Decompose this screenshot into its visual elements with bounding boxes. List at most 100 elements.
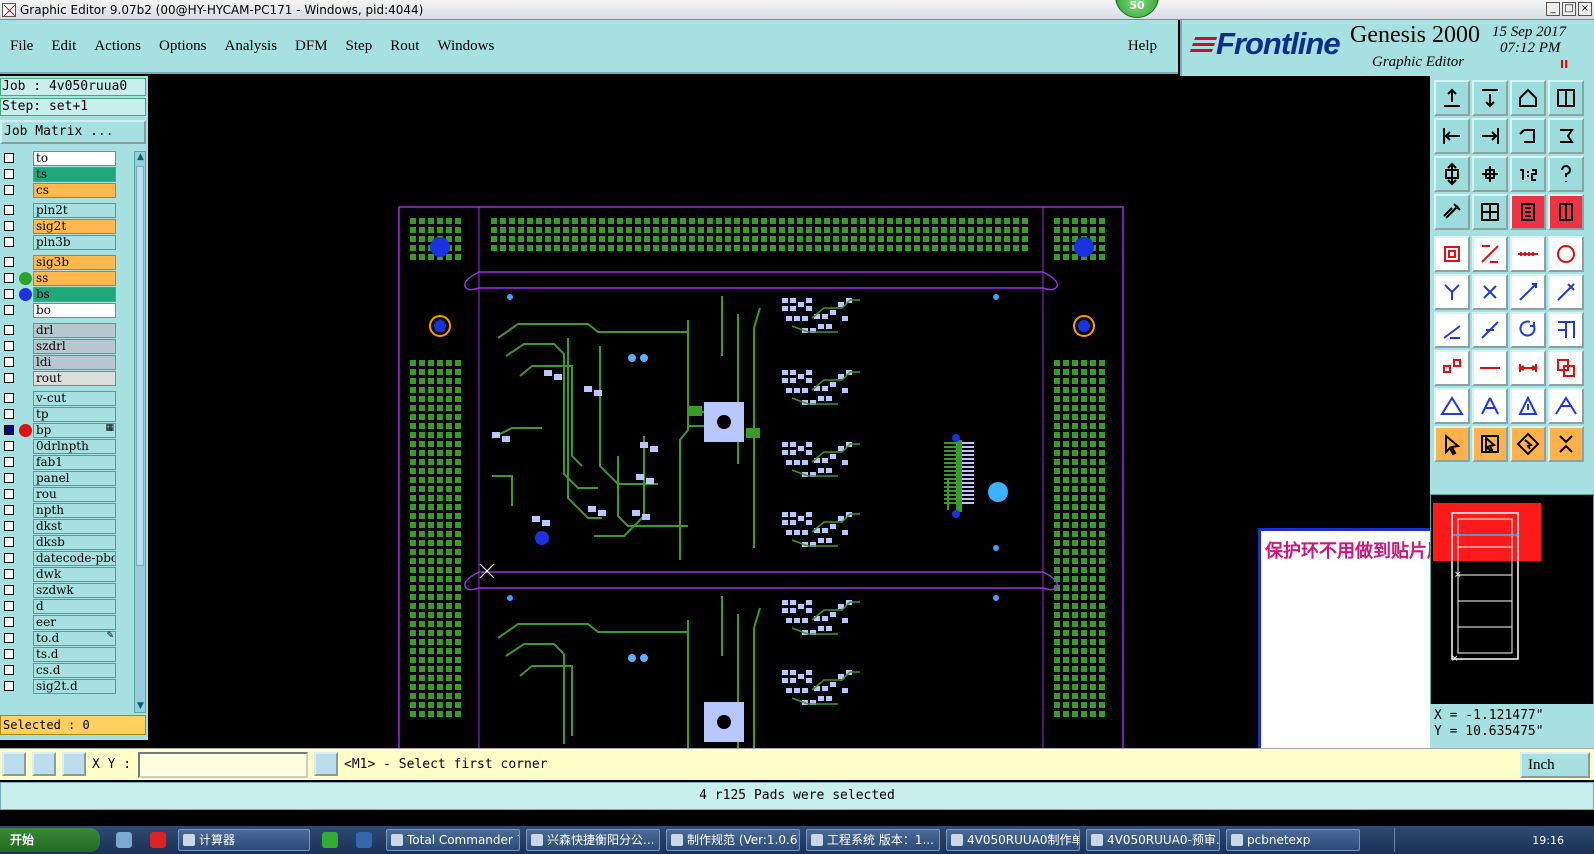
angle-icon[interactable] <box>1472 388 1508 424</box>
layer-checkbox[interactable] <box>4 489 14 499</box>
horizontal-icon[interactable] <box>1472 350 1508 386</box>
layer-name[interactable]: npth <box>33 503 116 518</box>
layer-name[interactable]: v-cut <box>33 391 116 406</box>
layer-row[interactable]: ss <box>0 271 118 286</box>
layer-row[interactable]: cs.d <box>0 663 118 678</box>
layer-checkbox[interactable] <box>4 357 14 367</box>
layer-name[interactable]: pln2t <box>33 203 116 218</box>
layer-checkbox[interactable] <box>4 473 14 483</box>
layer-name[interactable]: bs <box>33 287 116 302</box>
mirror-icon[interactable] <box>1472 236 1508 272</box>
fill-icon[interactable] <box>1548 350 1584 386</box>
drc-icon[interactable] <box>1434 388 1470 424</box>
layer-name[interactable]: panel <box>33 471 116 486</box>
home-icon[interactable] <box>1510 80 1546 116</box>
dimension-icon[interactable] <box>1510 350 1546 386</box>
zoom-window-icon[interactable] <box>1472 80 1508 116</box>
layer-row[interactable]: to.d ✎ <box>0 631 118 646</box>
layer-checkbox[interactable] <box>4 205 14 215</box>
layer-row[interactable]: eer <box>0 615 118 630</box>
layer-row[interactable]: pln2t <box>0 203 118 218</box>
menu-edit[interactable]: Edit <box>42 38 85 55</box>
layer-name[interactable]: d <box>33 599 116 614</box>
layer-row[interactable]: bs <box>0 287 118 302</box>
menu-rout[interactable]: Rout <box>381 38 428 55</box>
layer-checkbox[interactable] <box>4 681 14 691</box>
layer-name[interactable]: sig2t <box>33 219 116 234</box>
slope-icon[interactable] <box>1434 312 1470 348</box>
frame-icon[interactable] <box>1548 312 1584 348</box>
zoom-in-icon[interactable] <box>1472 156 1508 192</box>
pdf-icon[interactable] <box>150 832 166 848</box>
menu-options[interactable]: Options <box>150 38 216 55</box>
ruler-icon[interactable] <box>1510 236 1546 272</box>
layer-checkbox[interactable] <box>4 341 14 351</box>
snap-mode-icon[interactable] <box>2 752 26 776</box>
layer-name[interactable]: eer <box>33 615 116 630</box>
layer-name[interactable]: dksb <box>33 535 116 550</box>
layer-row[interactable]: szdwk <box>0 583 118 598</box>
grid-icon[interactable] <box>1472 194 1508 230</box>
layer-checkbox[interactable] <box>4 257 14 267</box>
layer-row[interactable]: sig3b <box>0 255 118 270</box>
layer-name[interactable]: rou <box>33 487 116 502</box>
layer-checkbox[interactable] <box>4 289 14 299</box>
layer-display-dot[interactable] <box>19 288 32 301</box>
taskbar-item[interactable]: pcbnetexp <box>1226 829 1360 851</box>
menu-step[interactable]: Step <box>337 38 382 55</box>
overview-map[interactable]: × × <box>1430 494 1594 712</box>
maximize-button[interactable]: □ <box>1562 2 1576 16</box>
layer-checkbox[interactable] <box>4 305 14 315</box>
graphic-canvas[interactable]: 保护环不用做到贴片层 <box>148 76 1430 748</box>
layer-name[interactable]: dwk <box>33 567 116 582</box>
connect-icon[interactable] <box>1434 274 1470 310</box>
layer-row[interactable]: bo <box>0 303 118 318</box>
layer-checkbox[interactable] <box>4 569 14 579</box>
grid-toggle-icon[interactable] <box>1548 80 1584 116</box>
taskbar-item[interactable]: 制作规范 (Ver:1.0.6) <box>666 829 800 851</box>
layer-checkbox[interactable] <box>4 649 14 659</box>
taskbar-item[interactable]: 工程系统 版本：1... <box>806 829 940 851</box>
layer-checkbox[interactable] <box>4 601 14 611</box>
layer-row[interactable]: sig2t.d <box>0 679 118 694</box>
layer-name[interactable]: ts.d <box>33 647 116 662</box>
input-toggle-icon[interactable] <box>314 752 338 776</box>
layer-row[interactable]: sig2t <box>0 219 118 234</box>
snap-point-icon[interactable] <box>1434 350 1470 386</box>
menu-dfm[interactable]: DFM <box>286 38 337 55</box>
job-matrix-button[interactable]: Job Matrix ... <box>0 120 146 144</box>
layer-row[interactable]: fab1 <box>0 455 118 470</box>
layer-row[interactable]: v-cut <box>0 391 118 406</box>
scroll-thumb[interactable] <box>136 166 144 566</box>
layer-name[interactable]: bo <box>33 303 116 318</box>
layer-row[interactable]: ldi <box>0 355 118 370</box>
layer-row[interactable]: drl <box>0 323 118 338</box>
layer-row[interactable]: tp <box>0 407 118 422</box>
select-poly-icon[interactable] <box>1510 426 1546 462</box>
taskbar-item[interactable]: Total Commander 7.... <box>386 829 520 851</box>
select-net-icon[interactable] <box>1548 426 1584 462</box>
pause-icon[interactable]: II <box>1560 58 1568 71</box>
layer-name[interactable]: pln3b <box>33 235 116 250</box>
menu-file[interactable]: File <box>0 38 42 55</box>
layer-row[interactable]: dkst <box>0 519 118 534</box>
layer-row[interactable]: 0drlnpth <box>0 439 118 454</box>
layer-name[interactable]: to <box>33 151 116 166</box>
delete-icon[interactable] <box>1472 274 1508 310</box>
layer-name[interactable]: rout <box>33 371 116 386</box>
layer-name[interactable]: ldi <box>33 355 116 370</box>
redraw-icon[interactable] <box>1510 118 1546 154</box>
layer-checkbox[interactable] <box>4 393 14 403</box>
layer-name[interactable]: datecode-pbc <box>33 551 116 566</box>
layer-checkbox[interactable] <box>4 409 14 419</box>
layer-checkbox[interactable] <box>4 169 14 179</box>
layer-checkbox[interactable] <box>4 237 14 247</box>
menu-analysis[interactable]: Analysis <box>216 38 287 55</box>
layer-row[interactable]: szdrl <box>0 339 118 354</box>
layer-row[interactable]: to <box>0 151 118 166</box>
help-icon[interactable] <box>1548 156 1584 192</box>
pan-up-icon[interactable] <box>1548 118 1584 154</box>
word-icon[interactable] <box>356 832 372 848</box>
start-button[interactable]: 开始 <box>0 828 100 852</box>
pan-right-icon[interactable] <box>1472 118 1508 154</box>
